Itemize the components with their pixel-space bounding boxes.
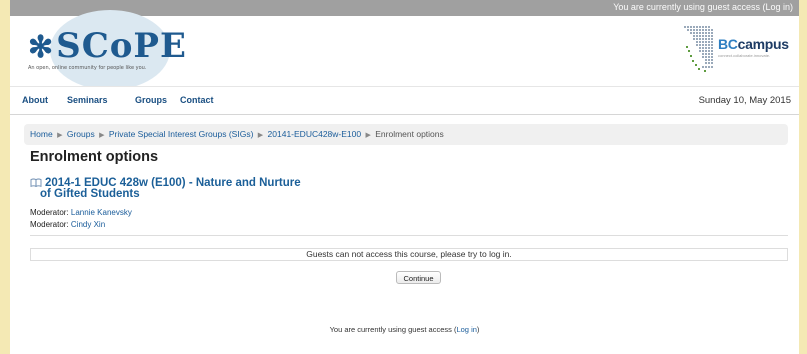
breadcrumb: Home ▶ Groups ▶ Private Special Interest…	[24, 124, 788, 145]
moderator-link-cindy[interactable]: Cindy Xin	[71, 220, 105, 229]
nav-contact[interactable]: Contact	[180, 95, 214, 105]
current-date: Sunday 10, May 2015	[698, 95, 791, 106]
moderator-list: Moderator: Lannie Kanevsky Moderator: Ci…	[30, 207, 132, 231]
footer-guest-notice: You are currently using guest access (Lo…	[329, 325, 480, 334]
breadcrumb-separator-icon: ▶	[99, 132, 105, 139]
breadcrumb-current: Enrolment options	[375, 129, 444, 139]
book-icon	[30, 178, 42, 187]
site-header: ✻SCoPE An open, online community for peo…	[10, 10, 799, 90]
breadcrumb-course[interactable]: 20141-EDUC428w-E100	[268, 129, 362, 139]
divider	[30, 235, 788, 236]
bccampus-logo[interactable]: BCcampus connect.collaborate.innovate.	[718, 36, 789, 58]
top-login-link[interactable]: Log in	[765, 2, 790, 12]
breadcrumb-sigs[interactable]: Private Special Interest Groups (SIGs)	[109, 129, 254, 139]
logo-tagline: An open, online community for people lik…	[28, 65, 147, 71]
breadcrumb-separator-icon: ▶	[57, 132, 63, 139]
nav-groups[interactable]: Groups	[135, 95, 167, 105]
bccampus-tagline: connect.collaborate.innovate.	[718, 53, 771, 58]
scope-logo[interactable]: ✻SCoPE	[28, 28, 187, 66]
guest-access-message: Guests can not access this course, pleas…	[30, 248, 788, 261]
page: You are currently using guest access (Lo…	[10, 0, 799, 354]
bc-map-icon	[684, 26, 713, 72]
breadcrumb-separator-icon: ▶	[257, 132, 264, 139]
footer-login-link[interactable]: Log in	[456, 325, 476, 334]
breadcrumb-separator-icon: ▶	[365, 132, 371, 139]
moderator-row: Moderator: Cindy Xin	[30, 220, 106, 229]
nav-about[interactable]: About	[22, 95, 48, 105]
continue-button[interactable]: Continue	[396, 271, 441, 284]
nav-seminars[interactable]: Seminars	[67, 95, 108, 105]
snowflake-icon: ✻	[28, 30, 55, 65]
moderator-row: Moderator: Lannie Kanevsky	[30, 208, 132, 217]
breadcrumb-groups[interactable]: Groups	[67, 129, 95, 139]
main-nav: About Seminars Groups Contact Sunday 10,…	[10, 86, 799, 115]
moderator-link-lannie[interactable]: Lannie Kanevsky	[71, 208, 132, 217]
course-title-link[interactable]: 2014-1 EDUC 428w (E100) - Nature and Nur…	[30, 177, 390, 200]
page-title: Enrolment options	[30, 149, 159, 165]
breadcrumb-home[interactable]: Home	[30, 129, 53, 139]
guest-access-notice: You are currently using guest access (Lo…	[613, 2, 793, 12]
